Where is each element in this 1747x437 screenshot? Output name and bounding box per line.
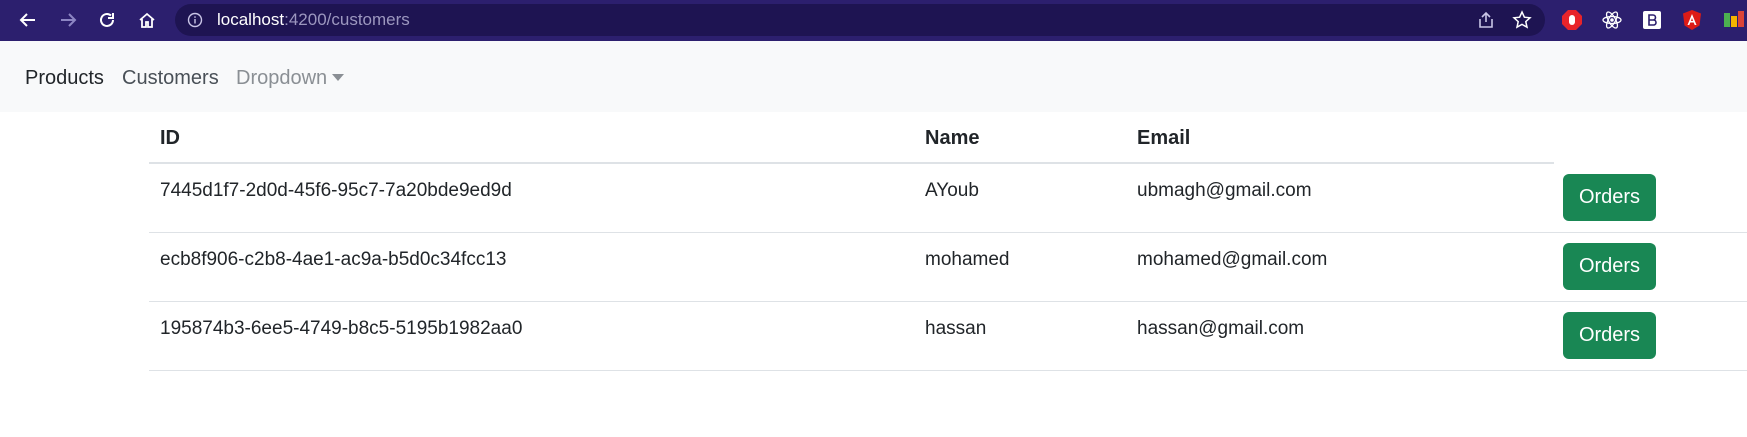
table-row: 195874b3-6ee5-4749-b8c5-5195b1982aa0 has… <box>149 302 1747 371</box>
reload-icon[interactable] <box>93 6 121 34</box>
column-header-email: Email <box>1137 127 1191 149</box>
orders-button[interactable]: Orders <box>1563 174 1656 221</box>
customer-email: hassan@gmail.com <box>1137 318 1305 339</box>
caret-down-icon <box>332 74 345 81</box>
customer-email: mohamed@gmail.com <box>1137 249 1328 270</box>
extension-icon[interactable] <box>1721 9 1747 31</box>
customer-id: ecb8f906-c2b8-4ae1-ac9a-b5d0c34fcc13 <box>160 249 507 270</box>
bootstrap-extension-icon[interactable] <box>1641 9 1663 31</box>
customer-name: AYoub <box>925 180 979 201</box>
home-icon[interactable] <box>133 6 161 34</box>
url-host: localhost <box>217 10 285 29</box>
table-row: ecb8f906-c2b8-4ae1-ac9a-b5d0c34fcc13 moh… <box>149 233 1747 302</box>
info-icon[interactable] <box>187 12 203 28</box>
orders-button[interactable]: Orders <box>1563 312 1656 359</box>
app-navbar: Products Customers Dropdown <box>0 41 1747 112</box>
column-header-id: ID <box>160 127 180 149</box>
forward-arrow-icon[interactable] <box>54 6 82 34</box>
customer-id: 195874b3-6ee5-4749-b8c5-5195b1982aa0 <box>160 318 523 339</box>
customer-name: mohamed <box>925 249 1010 270</box>
orders-button[interactable]: Orders <box>1563 243 1656 290</box>
nav-dropdown-label: Dropdown <box>236 67 328 89</box>
nav-link-products[interactable]: Products <box>25 41 104 112</box>
table-row: 7445d1f7-2d0d-45f6-95c7-7a20bde9ed9d AYo… <box>149 164 1747 233</box>
nav-dropdown-toggle[interactable]: Dropdown <box>236 41 345 112</box>
customer-email: ubmagh@gmail.com <box>1137 180 1312 201</box>
url-path: :4200/customers <box>284 10 410 29</box>
star-icon[interactable] <box>1511 10 1533 30</box>
nav-link-customers[interactable]: Customers <box>122 41 219 112</box>
share-icon[interactable] <box>1475 10 1497 30</box>
adblock-extension-icon[interactable] <box>1561 9 1583 31</box>
address-bar[interactable]: localhost:4200/customers <box>175 4 1545 36</box>
customer-id: 7445d1f7-2d0d-45f6-95c7-7a20bde9ed9d <box>160 180 512 201</box>
angular-devtools-icon[interactable] <box>1681 9 1703 31</box>
customer-name: hassan <box>925 318 987 339</box>
url-text[interactable]: localhost:4200/customers <box>217 4 410 36</box>
browser-toolbar: localhost:4200/customers <box>0 0 1747 41</box>
back-arrow-icon[interactable] <box>14 6 42 34</box>
column-header-name: Name <box>925 127 980 149</box>
react-devtools-icon[interactable] <box>1601 9 1623 31</box>
